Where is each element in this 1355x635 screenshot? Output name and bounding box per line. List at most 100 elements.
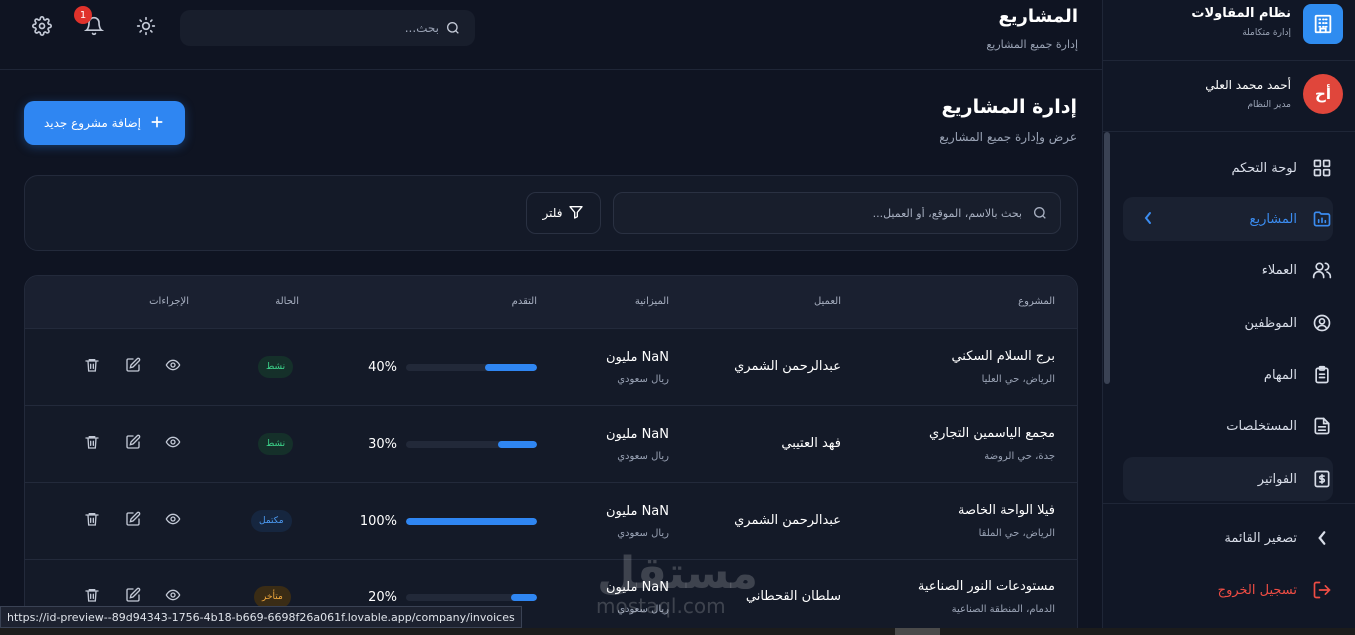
divider — [1102, 60, 1355, 61]
funnel-icon — [568, 204, 584, 223]
collapse-label: تصغير القائمة — [1224, 530, 1297, 546]
sidebar-item-label: المشاريع — [1249, 211, 1297, 227]
column-header-client: العميل — [813, 296, 841, 307]
project-search-input[interactable] — [622, 193, 1022, 233]
sidebar-item-extracts[interactable]: المستخلصات — [1123, 404, 1333, 448]
chevron-left-icon — [1143, 211, 1153, 229]
project-location: الرياض، حي الملقا — [978, 528, 1055, 539]
user-profile[interactable]: أح أحمد محمد العلي مدير النظام — [1113, 74, 1343, 118]
dashboard-grid-icon — [1311, 157, 1333, 179]
trash-icon — [84, 357, 100, 377]
client-name: سلطان القحطاني — [745, 589, 841, 604]
delete-button[interactable] — [82, 357, 102, 377]
add-project-label: إضافة مشروع جديد — [43, 116, 142, 130]
client-name: عبدالرحمن الشمري — [734, 359, 841, 374]
top-header: المشاريع إدارة جميع المشاريع 1 — [0, 0, 1102, 70]
taskbar — [0, 628, 1355, 635]
app-subtitle: إدارة متكاملة — [1242, 28, 1291, 38]
sidebar-scrollbar-thumb[interactable] — [1104, 132, 1110, 384]
project-name: مستودعات النور الصناعية — [917, 579, 1055, 594]
progress-percent: 20% — [368, 590, 397, 605]
collapse-sidebar-button[interactable]: تصغير القائمة — [1123, 516, 1333, 560]
budget-value: NaN مليون — [605, 580, 669, 595]
project-location: الرياض، حي العليا — [981, 374, 1055, 385]
status-badge: نشط — [258, 433, 294, 455]
trash-icon — [84, 587, 100, 607]
sidebar-item-label: المستخلصات — [1226, 418, 1297, 434]
sidebar-item-label: العملاء — [1261, 262, 1297, 278]
gear-icon — [32, 16, 52, 40]
budget-value: NaN مليون — [605, 504, 669, 519]
sidebar-item-dashboard[interactable]: لوحة التحكم — [1123, 146, 1333, 190]
sidebar-item-projects[interactable]: المشاريع — [1123, 197, 1333, 241]
avatar: أح — [1303, 74, 1343, 114]
progress-bar — [406, 594, 537, 601]
project-search — [613, 192, 1061, 234]
search-icon — [445, 20, 461, 40]
budget-currency: ريال سعودي — [617, 374, 669, 385]
sidebar-item-label: المهام — [1263, 367, 1297, 383]
sun-icon — [136, 16, 156, 40]
sidebar-item-tasks[interactable]: المهام — [1123, 353, 1333, 397]
eye-icon — [165, 511, 181, 531]
progress-bar — [406, 441, 537, 448]
theme-toggle-button[interactable] — [134, 16, 158, 40]
progress-fill — [484, 364, 537, 371]
view-button[interactable] — [163, 511, 183, 531]
folder-chart-icon — [1311, 208, 1333, 230]
edit-icon — [125, 511, 141, 531]
sidebar-item-clients[interactable]: العملاء — [1123, 248, 1333, 292]
project-name: مجمع الياسمين التجاري — [928, 426, 1055, 441]
delete-button[interactable] — [82, 587, 102, 607]
table-row[interactable]: مجمع الياسمين التجاري جدة، حي الروضة فهد… — [25, 405, 1077, 482]
status-badge: نشط — [258, 356, 294, 378]
edit-button[interactable] — [123, 511, 143, 531]
table-row[interactable]: فيلا الواحة الخاصة الرياض، حي الملقا عبد… — [25, 482, 1077, 559]
progress-fill — [406, 518, 537, 525]
column-header-progress: التقدم — [511, 296, 537, 307]
table-header: المشروع العميل الميزانية التقدم الحالة ا… — [25, 276, 1077, 328]
sidebar-item-employees[interactable]: الموظفين — [1123, 301, 1333, 345]
progress-percent: 100% — [359, 514, 397, 529]
client-name: عبدالرحمن الشمري — [734, 513, 841, 528]
receipt-dollar-icon — [1311, 468, 1333, 490]
edit-icon — [125, 434, 141, 454]
delete-button[interactable] — [82, 511, 102, 531]
settings-button[interactable] — [30, 16, 54, 40]
edit-button[interactable] — [123, 357, 143, 377]
filter-panel: فلتر — [24, 175, 1078, 251]
logout-label: تسجيل الخروج — [1217, 582, 1297, 598]
budget-value: NaN مليون — [605, 427, 669, 442]
view-button[interactable] — [163, 434, 183, 454]
eye-icon — [165, 357, 181, 377]
filter-label: فلتر — [542, 206, 563, 220]
taskbar-item[interactable] — [895, 628, 940, 635]
view-button[interactable] — [163, 357, 183, 377]
view-button[interactable] — [163, 587, 183, 607]
add-project-button[interactable]: إضافة مشروع جديد — [24, 101, 185, 145]
edit-button[interactable] — [123, 434, 143, 454]
logout-button[interactable]: تسجيل الخروج — [1123, 568, 1333, 612]
edit-button[interactable] — [123, 587, 143, 607]
filter-button[interactable]: فلتر — [526, 192, 601, 234]
header-search-input[interactable] — [199, 10, 439, 46]
app-title: نظام المقاولات — [1191, 6, 1291, 21]
plus-icon — [149, 114, 165, 133]
brand: نظام المقاولات إدارة متكاملة — [1113, 4, 1343, 44]
notification-badge: 1 — [74, 6, 92, 24]
header-search — [180, 10, 475, 46]
divider — [1102, 503, 1355, 504]
sidebar-item-label: الموظفين — [1244, 315, 1297, 331]
table-row[interactable]: برج السلام السكني الرياض، حي العليا عبدا… — [25, 328, 1077, 405]
column-header-actions: الإجراءات — [149, 296, 189, 307]
sidebar-item-invoices[interactable]: الفواتير — [1123, 457, 1333, 501]
project-name: فيلا الواحة الخاصة — [958, 503, 1055, 518]
logout-icon — [1311, 579, 1333, 601]
projects-table: المشروع العميل الميزانية التقدم الحالة ا… — [24, 275, 1078, 635]
divider — [1102, 131, 1355, 132]
project-location: جدة، حي الروضة — [984, 451, 1055, 462]
delete-button[interactable] — [82, 434, 102, 454]
status-badge: مكتمل — [251, 510, 292, 532]
budget-currency: ريال سعودي — [617, 604, 669, 615]
project-name: برج السلام السكني — [951, 349, 1055, 364]
